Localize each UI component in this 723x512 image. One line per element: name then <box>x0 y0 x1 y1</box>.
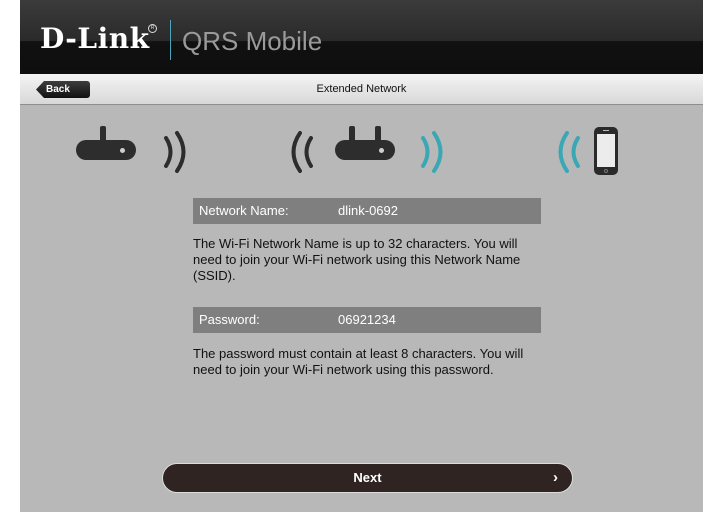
next-button-label: Next <box>353 470 382 485</box>
password-value: 06921234 <box>338 312 396 327</box>
password-label: Password: <box>199 312 260 327</box>
smartphone-icon <box>594 127 618 175</box>
page-title: Extended Network <box>316 83 407 95</box>
password-bar: Password: 06921234 <box>193 307 541 333</box>
network-name-label: Network Name: <box>199 203 289 218</box>
wifi-waves-icon <box>421 131 443 173</box>
network-name-value: dlink-0692 <box>338 203 398 218</box>
chevron-right-icon: › <box>553 469 558 486</box>
network-name-description: The Wi-Fi Network Name is up to 32 chara… <box>193 236 521 283</box>
network-name-bar: Network Name: dlink-0692 <box>193 198 541 224</box>
brand-logo: D-Link <box>40 22 150 55</box>
router-icon <box>76 126 138 162</box>
header-divider <box>170 20 171 60</box>
navigation-bar: Extended Network Back <box>20 74 703 105</box>
registered-mark: R <box>148 24 157 33</box>
app-header: D-Link R QRS Mobile <box>20 0 703 74</box>
app-window: D-Link R QRS Mobile Extended Network Bac… <box>20 0 703 512</box>
password-description: The password must contain at least 8 cha… <box>193 346 524 377</box>
extender-icon <box>335 126 397 162</box>
wifi-waves-icon <box>164 131 186 173</box>
app-title: QRS Mobile <box>182 26 323 56</box>
back-button[interactable]: Back <box>36 81 90 98</box>
wifi-waves-icon <box>291 131 313 173</box>
next-button[interactable]: Next › <box>162 463 573 493</box>
wifi-waves-icon <box>558 131 580 173</box>
